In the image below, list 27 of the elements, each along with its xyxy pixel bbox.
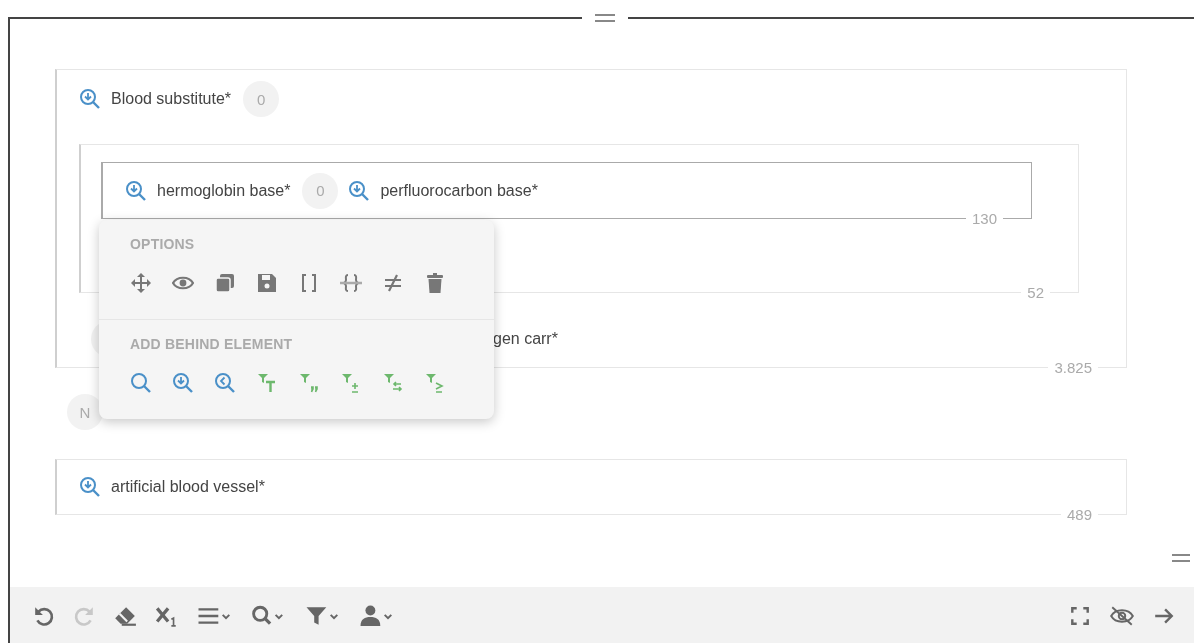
section-heading: OPTIONS bbox=[130, 236, 196, 252]
term-label[interactable]: Blood substitute* bbox=[111, 90, 232, 108]
drag-handle-icon[interactable] bbox=[1172, 553, 1190, 563]
search-down-arrow-icon[interactable] bbox=[79, 476, 101, 498]
not-equal-icon[interactable] bbox=[382, 272, 404, 294]
filter-swap-icon[interactable] bbox=[382, 372, 404, 394]
save-icon[interactable] bbox=[256, 272, 278, 294]
term-label[interactable]: perfluorocarbon base* bbox=[380, 181, 538, 200]
eye-slash-icon bbox=[1109, 605, 1135, 627]
filter-text-icon[interactable] bbox=[256, 372, 278, 394]
term-label[interactable]: gen carr* bbox=[493, 330, 558, 348]
search-down-arrow-icon[interactable] bbox=[125, 179, 147, 202]
copy-icon[interactable] bbox=[214, 272, 236, 294]
search-icon[interactable] bbox=[130, 372, 152, 394]
strikethrough-braces-icon[interactable] bbox=[340, 272, 362, 294]
filter-quote-icon[interactable] bbox=[298, 372, 320, 394]
filter-greater-equal-icon[interactable] bbox=[424, 372, 446, 394]
expand-corners-icon bbox=[1069, 605, 1091, 627]
term-label[interactable]: hermoglobin base* bbox=[157, 181, 291, 200]
move-icon[interactable] bbox=[130, 272, 152, 294]
search-down-arrow-icon[interactable] bbox=[172, 372, 194, 394]
trash-icon[interactable] bbox=[424, 272, 446, 294]
term-label[interactable]: artificial blood vessel* bbox=[111, 478, 265, 496]
section-heading: ADD BEHIND ELEMENT bbox=[130, 336, 294, 352]
search-down-arrow-icon[interactable] bbox=[79, 88, 101, 110]
search-down-arrow-icon[interactable] bbox=[348, 179, 371, 202]
search-left-arrow-icon[interactable] bbox=[214, 372, 236, 394]
